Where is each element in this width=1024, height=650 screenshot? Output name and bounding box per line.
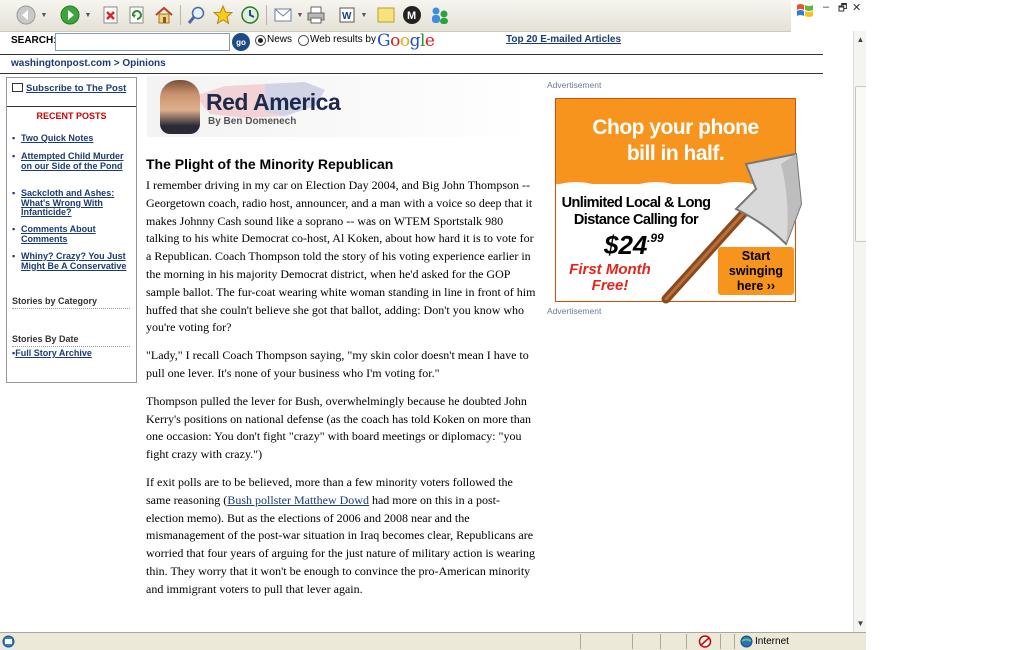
column-banner: Red America By Ben Domenech <box>147 76 531 137</box>
ad-cta-button[interactable]: Start swinging here ›› <box>718 247 794 295</box>
messenger-icon[interactable]: M <box>401 4 423 26</box>
recent-post-item[interactable]: ▪ Sackcloth and Ashes: What's Wrong With … <box>12 188 130 218</box>
bullet-icon: ▪ <box>12 224 16 234</box>
bullet-icon: ▪ <box>12 251 16 261</box>
phone-ad[interactable]: Chop your phone bill in half. Unlimited L… <box>555 98 803 304</box>
ad-price: $24 <box>604 230 648 260</box>
back-icon[interactable] <box>14 4 38 26</box>
article-paragraph: Thompson pulled the lever for Bush, over… <box>146 393 532 462</box>
edit-icon[interactable]: W <box>336 4 358 26</box>
web-results-radio-label: Web results by <box>310 34 376 45</box>
search-input[interactable] <box>55 33 230 51</box>
back-dropdown-icon[interactable]: ▼ <box>40 4 48 26</box>
recent-post-item[interactable]: ▪ Attempted Child Murder on our Side of t… <box>12 151 130 171</box>
recent-post-item[interactable]: ▪ Whiny? Crazy? You Just Might Be A Conse… <box>12 251 130 271</box>
svg-text:W: W <box>342 11 352 22</box>
article-headline: The Plight of the Minority Republican <box>146 156 394 172</box>
print-icon[interactable] <box>305 4 327 26</box>
close-button[interactable]: ✕ <box>852 1 861 14</box>
subscribe-label: Subscribe to The Post <box>26 83 127 94</box>
scroll-down-icon[interactable]: ▼ <box>855 617 866 630</box>
internet-zone-icon <box>740 635 753 650</box>
blog-sidebar: Subscribe to The Post RECENT POSTS ▪ Two … <box>6 77 137 383</box>
search-label: SEARCH: <box>11 35 57 46</box>
article-paragraph: "Lady," I recall Coach Thompson saying, … <box>146 348 529 380</box>
vertical-scrollbar[interactable]: ▲ ▼ <box>853 31 866 632</box>
favorites-icon[interactable] <box>211 4 235 26</box>
mail-dropdown-icon[interactable]: ▼ <box>296 4 304 26</box>
popup-blocked-icon[interactable] <box>698 635 712 650</box>
scroll-up-icon[interactable]: ▲ <box>855 33 866 46</box>
breadcrumb[interactable]: washingtonpost.com > Opinions <box>11 58 166 69</box>
web-results-radio[interactable] <box>298 35 309 46</box>
top-emailed-link[interactable]: Top 20 E-mailed Articles <box>506 34 621 45</box>
restore-button[interactable]: 🗗 <box>838 1 847 18</box>
google-logo-letter: o <box>390 31 400 51</box>
forward-dropdown-icon[interactable]: ▼ <box>84 4 92 26</box>
google-logo: Google <box>377 31 435 51</box>
breadcrumb-bar: washingtonpost.com > Opinions <box>0 54 823 74</box>
newspaper-icon <box>12 83 23 92</box>
google-logo-letter: g <box>409 31 421 51</box>
dowd-memo-link[interactable]: Bush pollster Matthew Dowd <box>227 493 369 507</box>
news-radio[interactable] <box>255 35 266 46</box>
minimize-button[interactable]: – <box>823 1 829 13</box>
ad-label-bottom: Advertisement <box>547 306 602 316</box>
ad-label-top: Advertisement <box>547 80 602 90</box>
stories-by-date-heading: Stories By Date <box>12 334 130 347</box>
mail-icon[interactable] <box>272 4 296 26</box>
article-paragraph: I remember driving in my car on Election… <box>146 178 536 335</box>
full-archive-link[interactable]: ▪Full Story Archive <box>12 348 92 358</box>
bullet-icon: ▪ <box>12 188 16 198</box>
news-radio-label: News <box>267 34 293 45</box>
recent-post-item[interactable]: ▪ Comments About Comments <box>12 224 130 244</box>
history-icon[interactable] <box>238 4 262 26</box>
refresh-icon[interactable] <box>126 4 148 26</box>
home-icon[interactable] <box>152 4 176 26</box>
site-search-bar: SEARCH: go News Web results by Google To… <box>0 31 823 54</box>
stories-by-category-heading: Stories by Category <box>12 296 130 309</box>
google-logo-letter: e <box>424 31 435 51</box>
forward-icon[interactable] <box>58 4 82 26</box>
scroll-thumb[interactable] <box>855 86 866 242</box>
browser-toolbar: ▼ ▼ ▼ W ▼ M <box>0 0 791 32</box>
stop-icon[interactable] <box>100 4 122 26</box>
windows-logo-icon <box>796 2 814 20</box>
bullet-icon: ▪ <box>12 151 16 161</box>
author-photo <box>160 80 200 134</box>
edit-dropdown-icon[interactable]: ▼ <box>360 4 368 26</box>
discuss-icon[interactable] <box>375 4 397 26</box>
research-icon[interactable] <box>428 4 452 26</box>
ad-free-offer: First Month Free! <box>569 261 651 294</box>
bullet-icon: ▪ <box>12 133 16 143</box>
security-zone-label: Internet <box>755 636 789 647</box>
search-icon[interactable] <box>185 4 209 26</box>
window-controls: – 🗗 ✕ <box>792 0 866 31</box>
status-bar: Internet <box>0 632 866 650</box>
svg-text:M: M <box>407 10 416 22</box>
page-icon <box>2 635 15 650</box>
google-logo-letter: G <box>377 31 391 51</box>
article: The Plight of the Minority Republican I … <box>146 156 536 609</box>
recent-posts-heading: RECENT POSTS <box>7 106 136 121</box>
article-paragraph: If exit polls are to be believed, more t… <box>146 474 535 596</box>
column-byline: By Ben Domenech <box>208 116 297 127</box>
subscribe-link[interactable]: Subscribe to The Post <box>12 83 126 94</box>
recent-post-item[interactable]: ▪ Two Quick Notes <box>12 133 130 144</box>
go-button[interactable]: go <box>232 33 250 51</box>
google-logo-letter: o <box>399 31 410 51</box>
column-title: Red America <box>206 89 341 115</box>
browser-window: ▼ ▼ ▼ W ▼ M – 🗗 ✕ SEARCH: go News Web re… <box>0 0 866 650</box>
